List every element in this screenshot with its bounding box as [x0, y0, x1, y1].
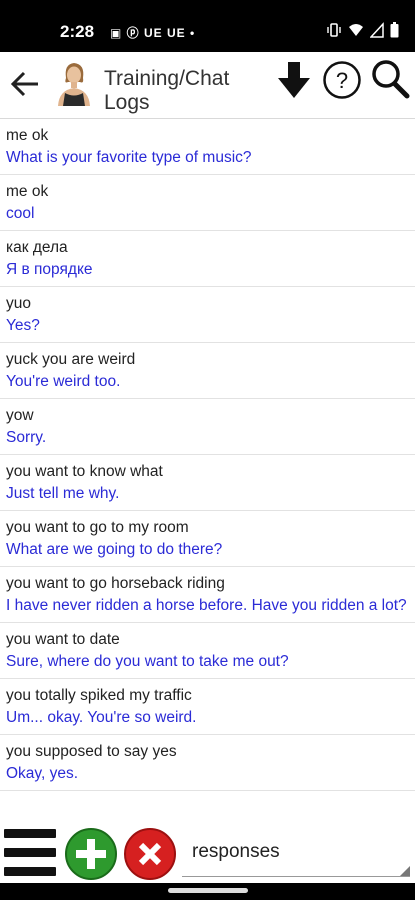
list-item[interactable]: yow Sorry. [0, 399, 415, 455]
system-nav-bar [0, 883, 415, 900]
input-text: yow [6, 407, 34, 424]
close-icon [138, 842, 162, 866]
list-item[interactable]: как дела Я в порядке [0, 231, 415, 287]
list-item[interactable]: you want to go to my room What are we go… [0, 511, 415, 567]
input-text: you want to know what [6, 463, 163, 480]
response-text: Just tell me why. [6, 485, 120, 502]
response-text: Я в порядке [6, 261, 93, 278]
plus-icon [76, 839, 106, 869]
svg-text:?: ? [336, 68, 348, 93]
response-text: What is your favorite type of music? [6, 149, 252, 166]
status-time: 2:28 [60, 22, 95, 41]
question-circle-icon[interactable]: ? [322, 60, 362, 100]
hamburger-menu-icon[interactable] [4, 829, 56, 877]
input-text: you want to date [6, 631, 120, 648]
response-text: You're weird too. [6, 373, 121, 390]
list-item[interactable]: you want to go horseback riding I have n… [0, 567, 415, 623]
signal-icon [370, 22, 384, 38]
search-icon[interactable] [370, 58, 410, 100]
avatar[interactable] [54, 60, 94, 106]
list-item[interactable]: you totally spiked my traffic Um... okay… [0, 679, 415, 735]
response-text: What are we going to do there? [6, 541, 223, 558]
input-text: you want to go to my room [6, 519, 189, 536]
input-text: you want to go horseback riding [6, 575, 225, 592]
response-text: I have never ridden a horse before. Have… [6, 597, 407, 614]
response-text: Um... okay. You're so weird. [6, 709, 197, 726]
bottom-toolbar: responses [0, 823, 415, 883]
battery-icon [390, 22, 399, 38]
list-item[interactable]: you supposed to say yes Okay, yes. [0, 735, 415, 791]
vibrate-icon [327, 23, 341, 37]
response-text: Yes? [6, 317, 40, 334]
wifi-icon [349, 24, 363, 36]
menu-bar-line [4, 867, 56, 876]
response-text: Okay, yes. [6, 765, 79, 782]
list-item[interactable]: me ok What is your favorite type of musi… [0, 119, 415, 175]
view-mode-value: responses [192, 841, 280, 862]
list-item[interactable]: yuo Yes? [0, 287, 415, 343]
input-text: как дела [6, 239, 68, 256]
input-text: me ok [6, 127, 49, 144]
input-text: me ok [6, 183, 49, 200]
list-item[interactable]: yuck you are weird You're weird too. [0, 343, 415, 399]
list-item[interactable]: you want to know what Just tell me why. [0, 455, 415, 511]
menu-bar-line [4, 848, 56, 857]
input-text: you totally spiked my traffic [6, 687, 192, 704]
add-button[interactable] [65, 828, 117, 880]
list-item[interactable]: you want to date Sure, where do you want… [0, 623, 415, 679]
input-text: yuo [6, 295, 31, 312]
notification-icons: ▣ ⓟ UE UE • [110, 26, 196, 40]
home-gesture-pill[interactable] [168, 888, 248, 893]
response-text: cool [6, 205, 35, 222]
response-text: Sure, where do you want to take me out? [6, 653, 289, 670]
system-icons [326, 22, 399, 38]
input-text: you supposed to say yes [6, 743, 177, 760]
input-text: yuck you are weird [6, 351, 136, 368]
dropdown-corner-icon [400, 866, 410, 876]
chat-log-list[interactable]: me ok What is your favorite type of musi… [0, 119, 415, 823]
app-bar: Training/Chat Logs ? [0, 52, 415, 119]
delete-button[interactable] [124, 828, 176, 880]
status-bar: 2:28 ▣ ⓟ UE UE • [0, 0, 415, 52]
menu-bar-line [4, 829, 56, 838]
view-mode-select[interactable]: responses [182, 827, 410, 877]
response-text: Sorry. [6, 429, 47, 446]
page-title: Training/Chat Logs [104, 67, 230, 114]
arrow-down-icon[interactable] [275, 60, 313, 100]
list-item[interactable]: me ok cool [0, 175, 415, 231]
arrow-left-icon[interactable] [8, 66, 44, 102]
